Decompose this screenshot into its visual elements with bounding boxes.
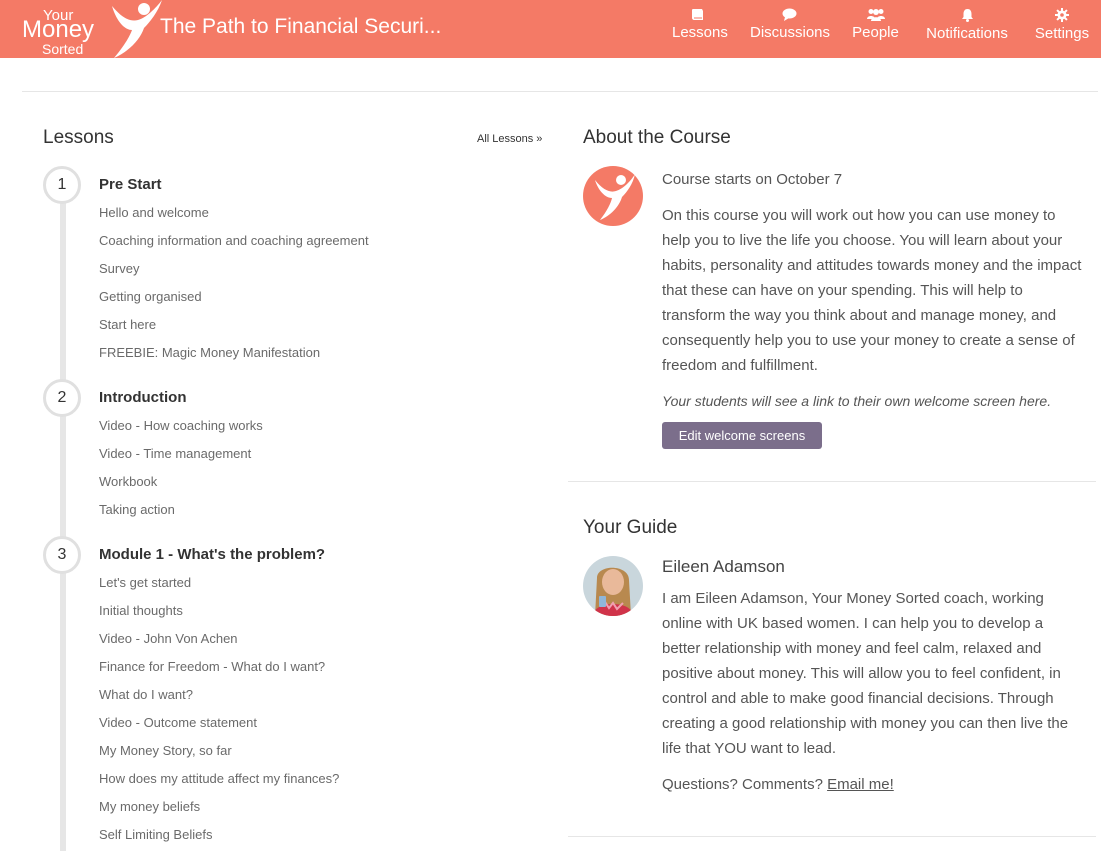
lesson-item[interactable]: Initial thoughts xyxy=(99,603,339,631)
jumping-figure-icon xyxy=(595,174,635,220)
section-title[interactable]: Introduction xyxy=(99,389,186,406)
lesson-item[interactable]: Self Limiting Beliefs xyxy=(99,827,339,851)
lesson-item[interactable]: Hello and welcome xyxy=(99,205,369,233)
lesson-item[interactable]: Workbook xyxy=(99,474,263,502)
all-lessons-link[interactable]: All Lessons » xyxy=(477,133,542,145)
guide-portrait-image xyxy=(583,556,643,616)
course-description: On this course you will work out how you… xyxy=(662,207,1082,374)
about-course-heading: About the Course xyxy=(583,127,731,148)
nav-people[interactable]: People xyxy=(852,8,899,52)
nav-lessons-label: Lessons xyxy=(672,24,728,41)
welcome-screen-note: Your students will see a link to their o… xyxy=(662,393,1052,409)
header-divider xyxy=(22,91,1098,92)
nav-discussions[interactable]: Discussions xyxy=(750,8,831,52)
lesson-item[interactable]: Getting organised xyxy=(99,289,369,317)
lessons-timeline xyxy=(60,190,66,851)
lesson-item[interactable]: Survey xyxy=(99,261,369,289)
lesson-item[interactable]: Video - Outcome statement xyxy=(99,715,339,743)
lesson-item[interactable]: Taking action xyxy=(99,502,263,530)
edit-welcome-screens-button[interactable]: Edit welcome screens xyxy=(662,422,822,449)
nav-notifications-label: Notifications xyxy=(926,25,1008,42)
speech-bubble-icon xyxy=(782,8,796,21)
lessons-heading: Lessons xyxy=(43,127,114,148)
lesson-item[interactable]: My money beliefs xyxy=(99,799,339,827)
lesson-item[interactable]: Start here xyxy=(99,317,369,345)
section-number-badge: 3 xyxy=(43,536,81,574)
nav-lessons[interactable]: Lessons xyxy=(672,8,728,52)
nav-settings-label: Settings xyxy=(1034,25,1090,42)
section-number-badge: 2 xyxy=(43,379,81,417)
email-me-link[interactable]: Email me! xyxy=(827,776,894,793)
nav-people-label: People xyxy=(852,24,899,41)
guide-avatar xyxy=(583,556,643,616)
lesson-list: Video - How coaching works Video - Time … xyxy=(99,418,263,530)
guide-name: Eileen Adamson xyxy=(662,557,785,576)
lesson-item[interactable]: Coaching information and coaching agreem… xyxy=(99,233,369,261)
section-number-badge: 1 xyxy=(43,166,81,204)
logo-text-sorted: Sorted xyxy=(42,41,84,57)
nav-discussions-label: Discussions xyxy=(750,24,831,41)
lesson-item[interactable]: Let's get started xyxy=(99,575,339,603)
logo-text-money: Money xyxy=(22,16,95,43)
questions-text: Questions? Comments? xyxy=(662,776,823,793)
section-divider xyxy=(568,481,1096,482)
lesson-item[interactable]: What do I want? xyxy=(99,687,339,715)
your-guide-heading: Your Guide xyxy=(583,517,678,538)
lesson-list: Let's get started Initial thoughts Video… xyxy=(99,575,339,851)
course-logo-avatar xyxy=(583,166,643,226)
lesson-item[interactable]: Video - How coaching works xyxy=(99,418,263,446)
nav-notifications[interactable]: Notifications xyxy=(924,8,1010,52)
lesson-item[interactable]: Finance for Freedom - What do I want? xyxy=(99,659,339,687)
course-start-date: Course starts on October 7 xyxy=(662,171,843,188)
jumping-figure-icon xyxy=(112,0,162,58)
bell-icon xyxy=(961,9,973,22)
top-navigation-bar: Your Money Sorted The Path to Financial … xyxy=(0,0,1101,58)
guide-bio: I am Eileen Adamson, Your Money Sorted c… xyxy=(662,590,1069,757)
lesson-item[interactable]: Video - Time management xyxy=(99,446,263,474)
course-title[interactable]: The Path to Financial Securi... xyxy=(160,15,441,39)
section-title[interactable]: Pre Start xyxy=(99,176,162,193)
lesson-list: Hello and welcome Coaching information a… xyxy=(99,205,369,373)
lesson-item[interactable]: Video - John Von Achen xyxy=(99,631,339,659)
lesson-item[interactable]: My Money Story, so far xyxy=(99,743,339,771)
book-icon xyxy=(692,9,703,20)
lesson-item[interactable]: FREEBIE: Magic Money Manifestation xyxy=(99,345,369,373)
section-divider xyxy=(568,836,1096,837)
gear-icon xyxy=(1055,8,1069,22)
lesson-item[interactable]: How does my attitude affect my finances? xyxy=(99,771,339,799)
questions-line: Questions? Comments? Email me! xyxy=(662,776,894,793)
nav-settings[interactable]: Settings xyxy=(1034,8,1090,52)
people-icon xyxy=(866,9,885,21)
section-title[interactable]: Module 1 - What's the problem? xyxy=(99,546,325,563)
your-money-sorted-logo[interactable]: Your Money Sorted xyxy=(20,0,162,58)
